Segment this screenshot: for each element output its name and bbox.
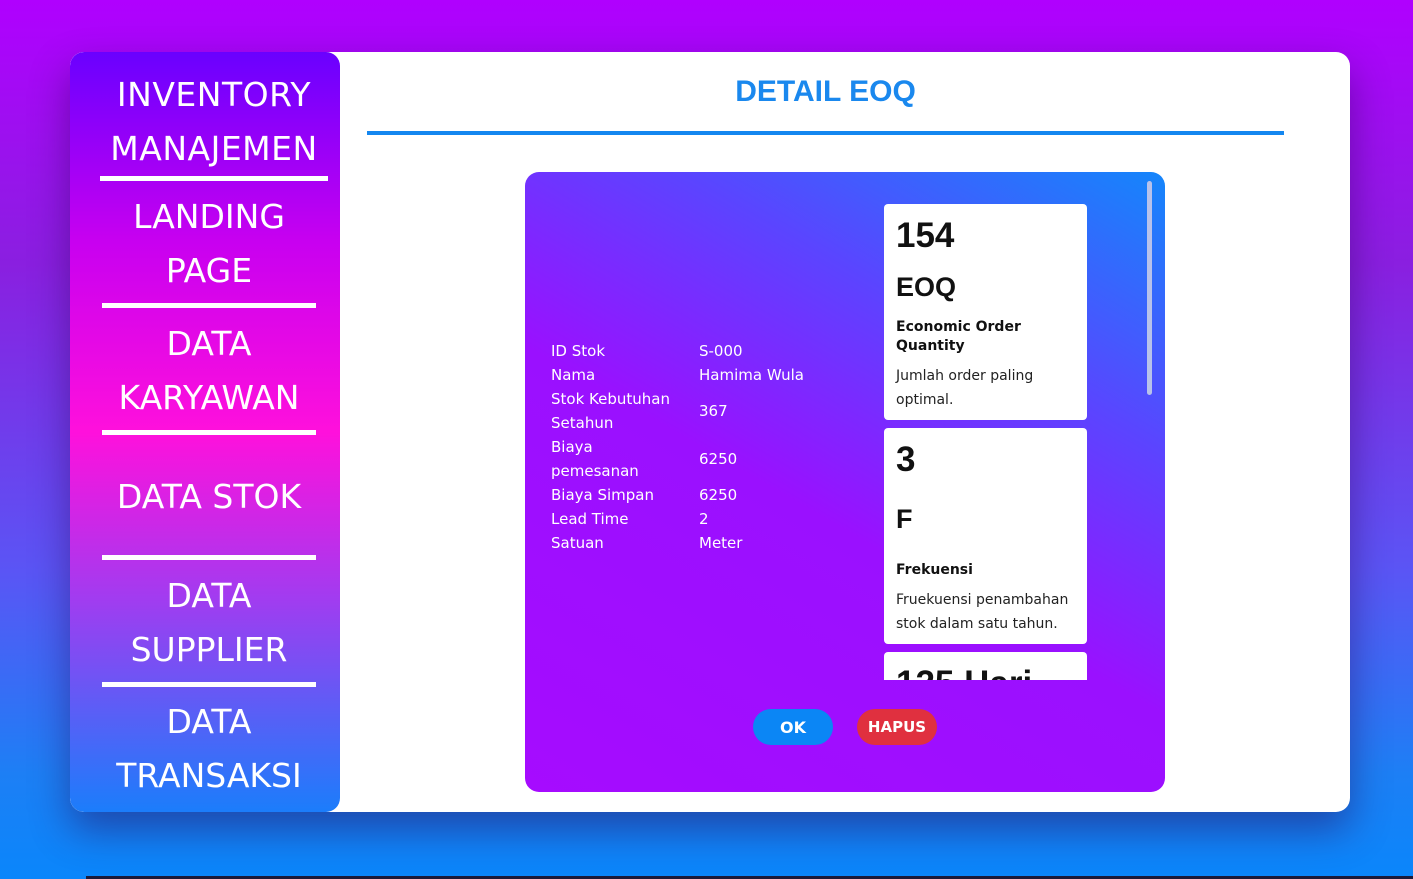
eoq-card: 154 EOQ Economic Order Quantity Jumlah o… [884, 204, 1087, 420]
detail-label: Nama [551, 366, 596, 384]
sidebar-item-label: KARYAWAN [118, 378, 300, 417]
detail-label: Stok Kebutuhan Setahun [551, 390, 670, 432]
sidebar-item-landing-page[interactable]: LANDING PAGE [102, 190, 316, 298]
card-value: 3 [896, 440, 916, 479]
detail-label: Biaya pemesanan [551, 438, 639, 480]
card-abbr: EOQ [896, 272, 957, 302]
detail-value: 6250 [699, 486, 738, 504]
brand-line-1: INVENTORY [116, 75, 312, 114]
sidebar-divider [102, 682, 316, 687]
brand-line-2: MANAJEMEN [110, 129, 318, 168]
detail-value: 367 [699, 402, 728, 420]
card-value: 125 Hari [896, 664, 1077, 680]
detail-label: Biaya Simpan [551, 486, 655, 504]
card-abbr: F [896, 504, 913, 534]
sidebar-divider [102, 303, 316, 308]
title-underline [367, 131, 1284, 135]
result-cards-scroll-area[interactable]: 154 EOQ Economic Order Quantity Jumlah o… [884, 204, 1087, 680]
frequency-card: 3 F Frekuensi Fruekuensi penambahan stok… [884, 428, 1087, 644]
sidebar: INVENTORY MANAJEMEN LANDING PAGE DATA KA… [70, 52, 340, 812]
sidebar-item-label: DATA [166, 702, 252, 741]
sidebar-divider [102, 555, 316, 560]
detail-label: Satuan [551, 534, 604, 552]
detail-value: 2 [699, 510, 709, 528]
detail-row: Biaya pemesanan 6250 [551, 435, 869, 483]
page-title: DETAIL EOQ [735, 75, 916, 108]
card-value: 154 [896, 216, 955, 255]
ok-button[interactable]: OK [753, 709, 833, 745]
detail-value: 6250 [699, 450, 738, 468]
sidebar-item-label: LANDING [133, 197, 285, 236]
detail-row: Satuan Meter [551, 531, 869, 555]
sidebar-item-data-karyawan[interactable]: DATA KARYAWAN [102, 317, 316, 425]
card-description: Fruekuensi penambahan stok dalam satu ta… [896, 592, 1069, 632]
stock-details: ID Stok S-000 Nama Hamima Wula Stok Kebu… [551, 339, 869, 555]
hapus-button[interactable]: HAPUS [857, 709, 937, 745]
sidebar-item-label: DATA [166, 324, 252, 363]
brand-title: INVENTORY MANAJEMEN [100, 68, 328, 181]
detail-label: Lead Time [551, 510, 629, 528]
card-name: Economic Order Quantity [896, 319, 1021, 354]
sidebar-item-data-stok[interactable]: DATA STOK [102, 470, 316, 524]
modal-scrollbar[interactable] [1147, 181, 1152, 395]
sidebar-item-label: PAGE [165, 251, 253, 290]
sidebar-item-label: SUPPLIER [130, 630, 288, 669]
detail-row: Biaya Simpan 6250 [551, 483, 869, 507]
sidebar-item-label: DATA [166, 576, 252, 615]
detail-row: Lead Time 2 [551, 507, 869, 531]
detail-value: S-000 [699, 342, 743, 360]
detail-row: ID Stok S-000 [551, 339, 869, 363]
detail-label: ID Stok [551, 342, 606, 360]
sidebar-item-data-supplier[interactable]: DATA SUPPLIER [102, 569, 316, 677]
app-window: INVENTORY MANAJEMEN LANDING PAGE DATA KA… [70, 52, 1350, 812]
detail-row: Stok Kebutuhan Setahun 367 [551, 387, 869, 435]
sidebar-item-data-transaksi[interactable]: DATA TRANSAKSI [102, 695, 316, 803]
detail-row: Nama Hamima Wula [551, 363, 869, 387]
sidebar-item-label: DATA STOK [116, 477, 302, 516]
detail-value: Hamima Wula [699, 366, 804, 384]
card-description: Jumlah order paling optimal. [896, 368, 1034, 408]
lead-time-card: 125 Hari [884, 652, 1087, 680]
eoq-detail-modal: ID Stok S-000 Nama Hamima Wula Stok Kebu… [525, 172, 1165, 792]
detail-value: Meter [699, 534, 743, 552]
sidebar-divider [102, 430, 316, 435]
card-name: Frekuensi [896, 562, 973, 578]
sidebar-item-label: TRANSAKSI [116, 756, 302, 795]
